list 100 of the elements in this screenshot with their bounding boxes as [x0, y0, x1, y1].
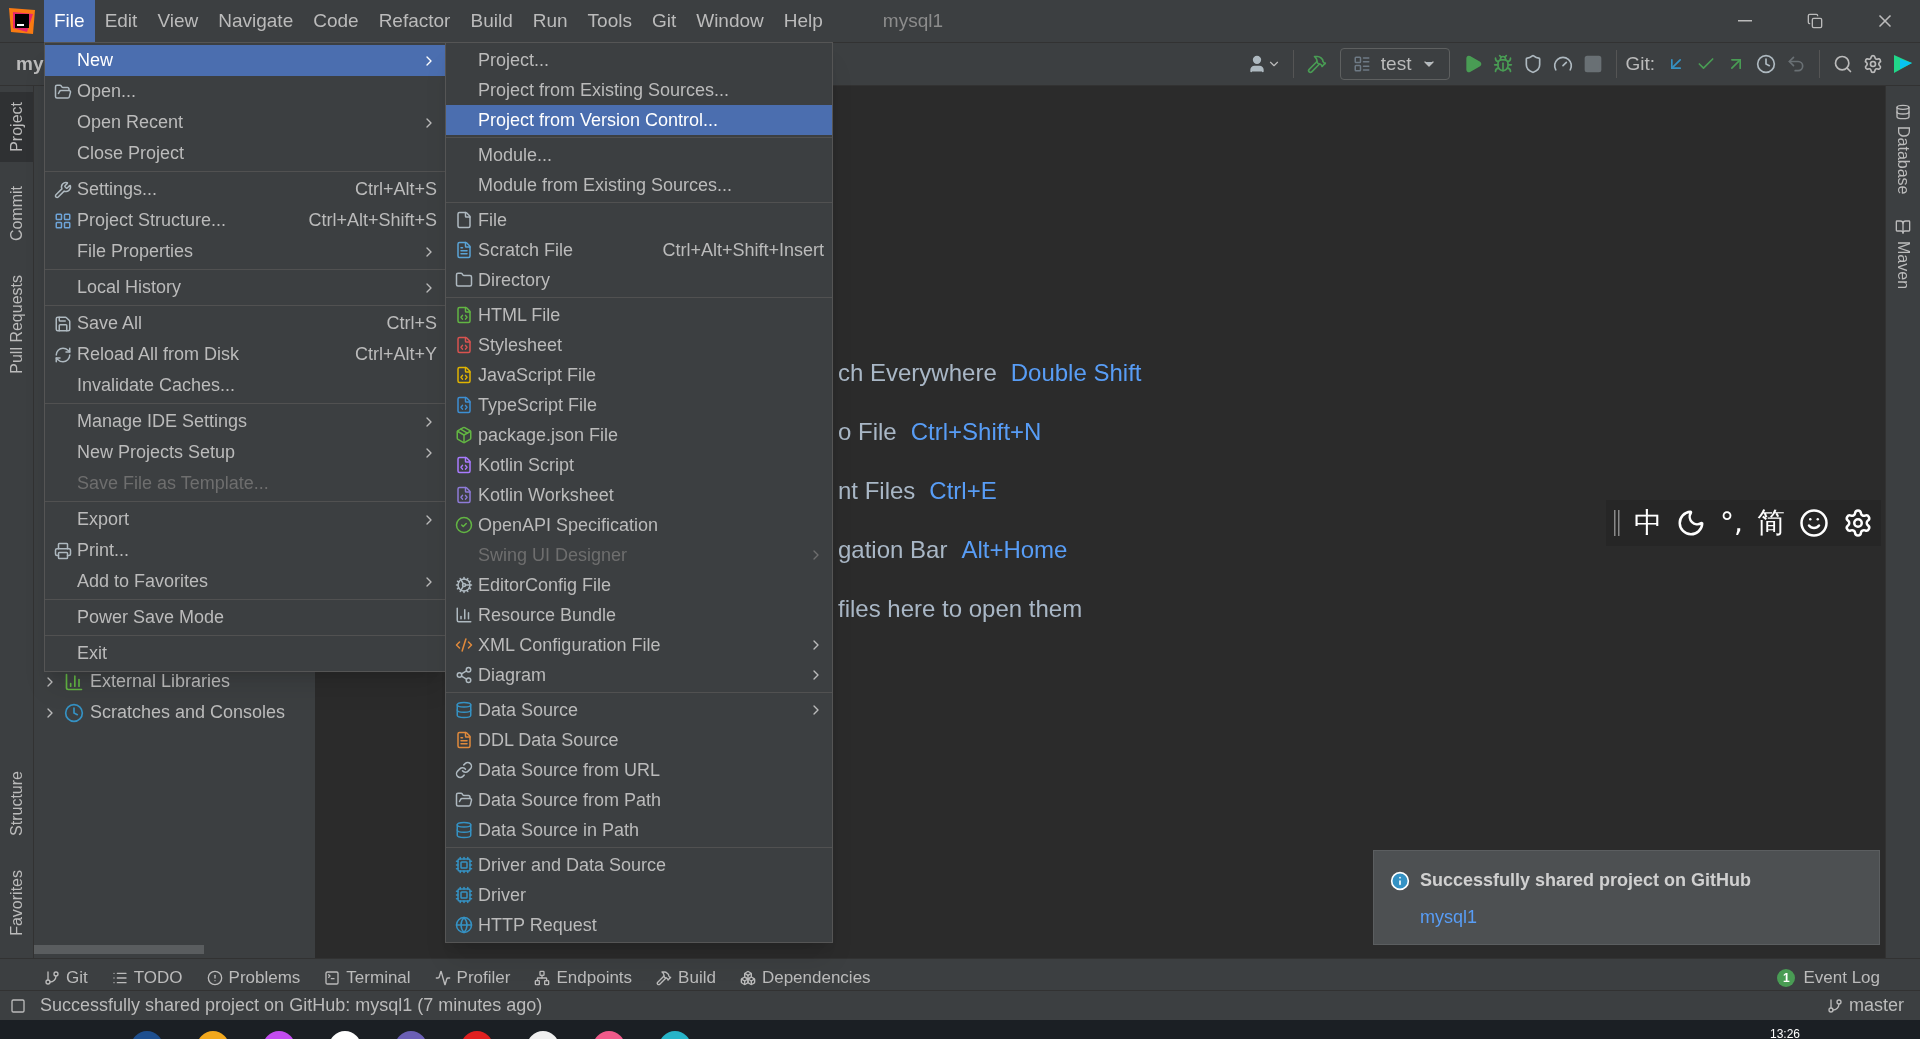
- menu-item[interactable]: OpenAPI Specification: [446, 510, 832, 540]
- hint-text: o File: [838, 416, 897, 447]
- link-icon: [455, 761, 473, 779]
- menu-item[interactable]: Print...: [45, 535, 445, 566]
- menu-item[interactable]: Exit: [45, 638, 445, 669]
- menu-item[interactable]: Data Source in Path: [446, 815, 832, 845]
- app-icon[interactable]: [328, 1030, 362, 1039]
- drag-handle-icon[interactable]: [1614, 510, 1621, 536]
- menu-item[interactable]: Export: [45, 504, 445, 535]
- shortcut-text: Ctrl+Shift+N: [910, 416, 1042, 447]
- menu-item[interactable]: Stylesheet: [446, 330, 832, 360]
- menu-item[interactable]: Save All Ctrl+S: [45, 308, 445, 339]
- menu-bar-item[interactable]: Build: [460, 0, 523, 42]
- menu-item[interactable]: Close Project: [45, 138, 445, 169]
- menu-bar-item[interactable]: Git: [641, 0, 687, 42]
- menu-item[interactable]: Resource Bundle: [446, 600, 832, 630]
- menu-item[interactable]: New Projects Setup: [45, 437, 445, 468]
- tool-window-tab[interactable]: Database: [1886, 100, 1920, 199]
- menu-item[interactable]: Data Source from Path: [446, 785, 832, 815]
- menu-item[interactable]: Scratch File Ctrl+Alt+Shift+Insert: [446, 235, 832, 265]
- tool-window-button[interactable]: Dependencies: [739, 958, 871, 991]
- menu-item[interactable]: Manage IDE Settings: [45, 406, 445, 437]
- ime-button[interactable]: 简: [1757, 502, 1785, 544]
- tool-window-button[interactable]: Problems: [206, 958, 301, 991]
- menu-item[interactable]: File Properties: [45, 236, 445, 267]
- run-config-dropdown[interactable]: test: [1339, 48, 1451, 80]
- tool-window-tab[interactable]: Pull Requests: [0, 264, 33, 384]
- menu-bar-item[interactable]: Navigate: [208, 0, 304, 42]
- printer-icon: [54, 541, 72, 560]
- menu-bar-item[interactable]: Window: [686, 0, 774, 42]
- menu-item[interactable]: Project...: [446, 45, 832, 75]
- driver-icon: [455, 886, 473, 904]
- menu-item[interactable]: Project from Version Control...: [446, 105, 832, 135]
- app-icon[interactable]: [658, 1030, 692, 1039]
- menu-bar-item[interactable]: View: [147, 0, 209, 42]
- menu-item[interactable]: Project Structure... Ctrl+Alt+Shift+S: [45, 205, 445, 236]
- file-icon: [455, 211, 473, 229]
- tool-window-button[interactable]: Profiler: [434, 958, 511, 991]
- menu-item[interactable]: Open Recent: [45, 107, 445, 138]
- tree-item[interactable]: Scratches and Consoles: [34, 697, 315, 728]
- menu-item[interactable]: New: [45, 45, 445, 76]
- menu-bar-item[interactable]: File: [44, 0, 95, 42]
- menu-bar-item[interactable]: Edit: [94, 0, 148, 42]
- menu-item[interactable]: package.json File: [446, 420, 832, 450]
- menu-item[interactable]: File: [446, 205, 832, 235]
- menu-item[interactable]: Diagram: [446, 660, 832, 690]
- menu-item[interactable]: Data Source from URL: [446, 755, 832, 785]
- menu-item[interactable]: HTTP Request: [446, 910, 832, 940]
- tool-window-tab[interactable]: Structure: [0, 761, 33, 847]
- menu-bar-item[interactable]: Help: [773, 0, 833, 42]
- menu-bar-item[interactable]: Run: [522, 0, 578, 42]
- tool-window-button[interactable]: Build: [656, 958, 716, 991]
- menu-item[interactable]: TypeScript File: [446, 390, 832, 420]
- ime-button[interactable]: °,: [1720, 502, 1743, 544]
- database-icon: [1895, 104, 1911, 120]
- toolbox-logo-icon[interactable]: [1892, 53, 1914, 75]
- menu-item[interactable]: Invalidate Caches...: [45, 370, 445, 401]
- project-name[interactable]: my: [16, 49, 44, 79]
- menu-item[interactable]: Open...: [45, 76, 445, 107]
- tool-window-tab[interactable]: Maven: [1886, 214, 1920, 293]
- event-log-button[interactable]: 1 Event Log: [1777, 958, 1880, 991]
- menu-item[interactable]: HTML File: [446, 300, 832, 330]
- tool-window-tab[interactable]: Project: [0, 92, 33, 162]
- menu-item[interactable]: Driver and Data Source: [446, 850, 832, 880]
- app-icon[interactable]: [196, 1030, 230, 1039]
- menu-bar-item[interactable]: Code: [303, 0, 369, 42]
- smiley-icon[interactable]: [1799, 508, 1829, 538]
- tool-window-button[interactable]: Endpoints: [534, 958, 633, 991]
- menu-item[interactable]: XML Configuration File: [446, 630, 832, 660]
- tool-window-button[interactable]: Terminal: [324, 958, 411, 991]
- menu-item[interactable]: JavaScript File: [446, 360, 832, 390]
- menu-item[interactable]: Driver: [446, 880, 832, 910]
- menu-item[interactable]: Local History: [45, 272, 445, 303]
- menu-item[interactable]: DDL Data Source: [446, 725, 832, 755]
- tool-window-tab[interactable]: Favorites: [0, 860, 33, 946]
- hammer-icon: [1306, 54, 1327, 74]
- menu-item[interactable]: Module from Existing Sources...: [446, 170, 832, 200]
- menu-item[interactable]: Data Source: [446, 695, 832, 725]
- tool-window-tab[interactable]: Commit: [0, 175, 33, 251]
- ime-button[interactable]: 中: [1634, 502, 1663, 544]
- menu-item[interactable]: Settings... Ctrl+Alt+S: [45, 174, 445, 205]
- menu-bar-item[interactable]: Refactor: [368, 0, 461, 42]
- menu-item[interactable]: Directory: [446, 265, 832, 295]
- app-icon[interactable]: [526, 1030, 560, 1039]
- notification-link[interactable]: mysql1: [1420, 904, 1863, 931]
- folder-icon: [455, 271, 473, 289]
- tool-window-button[interactable]: Git: [44, 958, 88, 991]
- menu-item[interactable]: Power Save Mode: [45, 602, 445, 633]
- gear-icon[interactable]: [1843, 508, 1873, 538]
- menu-item[interactable]: Module...: [446, 140, 832, 170]
- branch-widget[interactable]: master: [1827, 992, 1904, 1019]
- tool-window-button[interactable]: TODO: [111, 958, 183, 991]
- menu-item[interactable]: Reload All from Disk Ctrl+Alt+Y: [45, 339, 445, 370]
- menu-item[interactable]: Add to Favorites: [45, 566, 445, 597]
- menu-item[interactable]: Kotlin Worksheet: [446, 480, 832, 510]
- menu-item[interactable]: Kotlin Script: [446, 450, 832, 480]
- menu-bar-item[interactable]: Tools: [577, 0, 642, 42]
- menu-item[interactable]: EditorConfig File: [446, 570, 832, 600]
- tree-item[interactable]: External Libraries: [34, 666, 315, 697]
- menu-item[interactable]: Project from Existing Sources...: [446, 75, 832, 105]
